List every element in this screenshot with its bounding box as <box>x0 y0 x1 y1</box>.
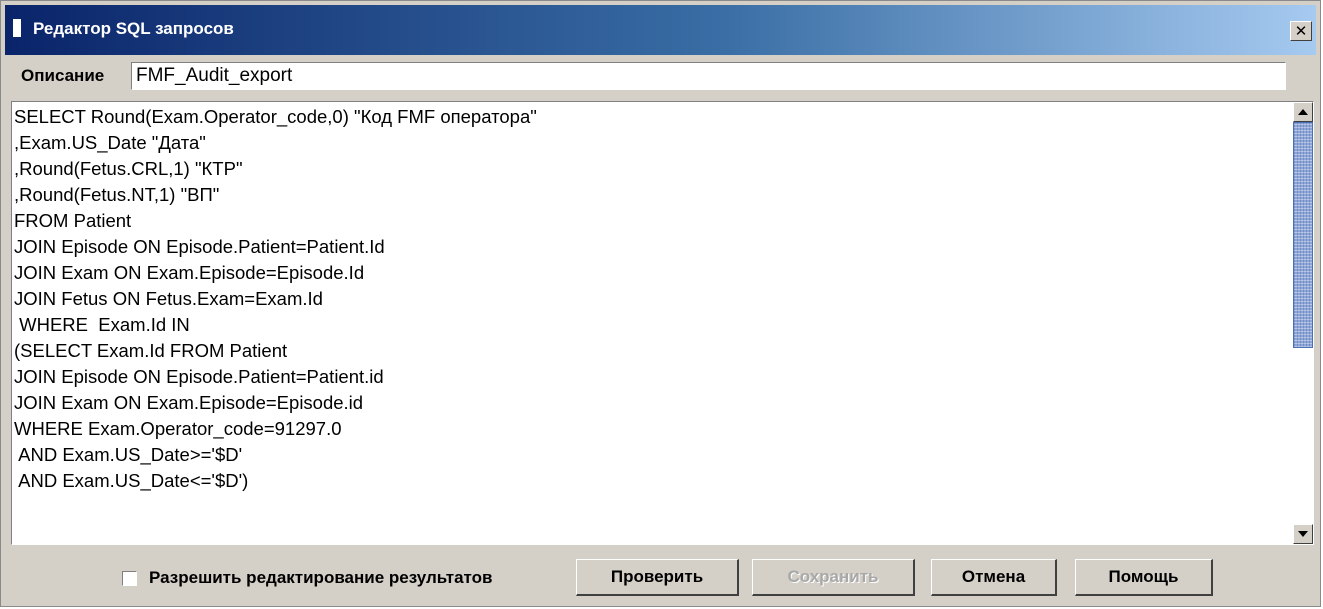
window-title: Редактор SQL запросов <box>33 19 234 38</box>
scroll-up-button[interactable] <box>1293 102 1313 122</box>
arrow-down-icon <box>1298 531 1308 537</box>
arrow-up-icon <box>1298 109 1308 115</box>
save-button: Сохранить <box>752 559 915 596</box>
window-icon <box>13 19 21 37</box>
description-row: Описание FMF_Audit_export <box>21 62 1291 90</box>
cancel-button[interactable]: Отмена <box>931 559 1057 596</box>
allow-edit-label[interactable]: Разрешить редактирование результатов <box>149 568 492 588</box>
close-icon: ✕ <box>1294 21 1308 40</box>
vertical-scrollbar[interactable] <box>1293 102 1313 544</box>
close-button[interactable]: ✕ <box>1290 21 1312 41</box>
button-bar: Разрешить редактирование результатов Про… <box>1 557 1322 597</box>
description-label: Описание <box>21 66 105 85</box>
scroll-thumb[interactable] <box>1293 122 1313 348</box>
allow-edit-checkbox[interactable] <box>122 571 137 586</box>
sql-query-text[interactable]: SELECT Round(Exam.Operator_code,0) "Код … <box>14 104 1279 542</box>
scroll-down-button[interactable] <box>1293 524 1313 544</box>
description-input[interactable]: FMF_Audit_export <box>131 62 1286 90</box>
help-button[interactable]: Помощь <box>1075 559 1213 596</box>
check-button[interactable]: Проверить <box>576 559 739 596</box>
sql-editor[interactable]: SELECT Round(Exam.Operator_code,0) "Код … <box>11 101 1314 545</box>
title-bar[interactable]: Редактор SQL запросов ✕ <box>5 5 1316 55</box>
sql-editor-dialog: Редактор SQL запросов ✕ Описание FMF_Aud… <box>0 0 1321 607</box>
